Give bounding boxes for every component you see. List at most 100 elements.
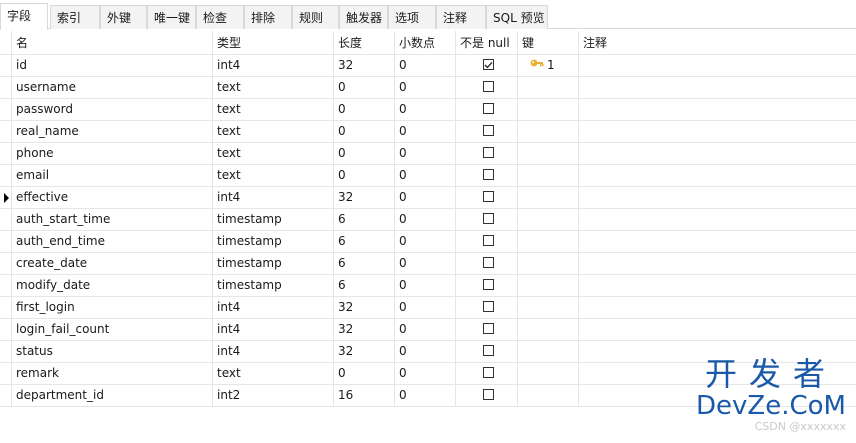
key-cell[interactable]: 1 [518,55,579,76]
field-decimals-cell[interactable]: 0 [395,55,456,76]
field-name-cell[interactable]: modify_date [12,275,213,296]
tab-triggers[interactable]: 触发器 [339,5,388,29]
field-length-cell[interactable]: 32 [334,297,395,318]
tab-sql-preview[interactable]: SQL 预览 [486,5,548,29]
field-type-cell[interactable]: text [213,121,334,142]
field-decimals-cell[interactable]: 0 [395,363,456,384]
field-name-cell[interactable]: auth_end_time [12,231,213,252]
field-type-cell[interactable]: int4 [213,341,334,362]
field-type-cell[interactable]: timestamp [213,253,334,274]
table-row[interactable]: create_date timestamp 6 0 [0,253,856,275]
row-marker[interactable] [0,209,12,230]
field-name-cell[interactable]: real_name [12,121,213,142]
row-marker[interactable] [0,165,12,186]
field-name-cell[interactable]: id [12,55,213,76]
field-type-cell[interactable]: text [213,165,334,186]
table-row[interactable]: effective int4 32 0 [0,187,856,209]
field-decimals-cell[interactable]: 0 [395,385,456,406]
field-comment-cell[interactable] [579,165,856,186]
field-comment-cell[interactable] [579,121,856,142]
field-length-cell[interactable]: 6 [334,253,395,274]
not-null-checkbox[interactable] [483,191,494,202]
field-type-cell[interactable]: timestamp [213,275,334,296]
not-null-checkbox[interactable] [483,169,494,180]
field-name-cell[interactable]: effective [12,187,213,208]
column-header-not-null[interactable]: 不是 null [456,31,518,54]
field-comment-cell[interactable] [579,99,856,120]
field-length-cell[interactable]: 0 [334,143,395,164]
field-length-cell[interactable]: 0 [334,99,395,120]
key-cell[interactable] [518,319,579,340]
row-marker[interactable] [0,121,12,142]
field-decimals-cell[interactable]: 0 [395,165,456,186]
table-row[interactable]: modify_date timestamp 6 0 [0,275,856,297]
field-name-cell[interactable]: phone [12,143,213,164]
not-null-checkbox[interactable] [483,147,494,158]
row-marker[interactable] [0,363,12,384]
key-cell[interactable] [518,77,579,98]
field-length-cell[interactable]: 16 [334,385,395,406]
field-length-cell[interactable]: 0 [334,121,395,142]
field-decimals-cell[interactable]: 0 [395,341,456,362]
field-comment-cell[interactable] [579,143,856,164]
not-null-checkbox[interactable] [483,301,494,312]
row-marker[interactable] [0,275,12,296]
column-header-length[interactable]: 长度 [334,31,395,54]
field-type-cell[interactable]: int4 [213,319,334,340]
key-cell[interactable] [518,297,579,318]
table-row[interactable]: id int4 32 0 1 [0,55,856,77]
field-decimals-cell[interactable]: 0 [395,231,456,252]
field-length-cell[interactable]: 6 [334,209,395,230]
field-decimals-cell[interactable]: 0 [395,209,456,230]
column-header-key[interactable]: 键 [518,31,579,54]
column-header-type[interactable]: 类型 [213,31,334,54]
field-decimals-cell[interactable]: 0 [395,275,456,296]
field-type-cell[interactable]: text [213,363,334,384]
tab-rules[interactable]: 规则 [292,5,339,29]
field-name-cell[interactable]: remark [12,363,213,384]
field-type-cell[interactable]: int4 [213,297,334,318]
row-marker[interactable] [0,187,12,208]
not-null-checkbox[interactable] [483,257,494,268]
key-cell[interactable] [518,165,579,186]
field-type-cell[interactable]: int2 [213,385,334,406]
row-marker[interactable] [0,341,12,362]
field-name-cell[interactable]: password [12,99,213,120]
field-type-cell[interactable]: int4 [213,187,334,208]
field-decimals-cell[interactable]: 0 [395,121,456,142]
tab-fields[interactable]: 字段 [0,3,48,30]
not-null-checkbox[interactable] [483,81,494,92]
field-comment-cell[interactable] [579,253,856,274]
field-name-cell[interactable]: status [12,341,213,362]
field-comment-cell[interactable] [579,319,856,340]
field-length-cell[interactable]: 32 [334,187,395,208]
field-type-cell[interactable]: text [213,99,334,120]
not-null-checkbox[interactable] [483,323,494,334]
field-name-cell[interactable]: department_id [12,385,213,406]
field-comment-cell[interactable] [579,209,856,230]
field-decimals-cell[interactable]: 0 [395,319,456,340]
field-comment-cell[interactable] [579,275,856,296]
field-name-cell[interactable]: create_date [12,253,213,274]
row-marker[interactable] [0,319,12,340]
not-null-checkbox[interactable] [483,213,494,224]
key-cell[interactable] [518,253,579,274]
field-decimals-cell[interactable]: 0 [395,143,456,164]
row-marker[interactable] [0,55,12,76]
table-row[interactable]: email text 0 0 [0,165,856,187]
key-cell[interactable] [518,121,579,142]
not-null-checkbox[interactable] [483,59,494,70]
row-marker[interactable] [0,297,12,318]
field-name-cell[interactable]: first_login [12,297,213,318]
field-type-cell[interactable]: text [213,77,334,98]
field-comment-cell[interactable] [579,187,856,208]
field-length-cell[interactable]: 32 [334,55,395,76]
table-row[interactable]: real_name text 0 0 [0,121,856,143]
field-type-cell[interactable]: text [213,143,334,164]
field-length-cell[interactable]: 6 [334,275,395,296]
field-comment-cell[interactable] [579,55,856,76]
field-decimals-cell[interactable]: 0 [395,77,456,98]
not-null-checkbox[interactable] [483,235,494,246]
field-type-cell[interactable]: timestamp [213,209,334,230]
key-cell[interactable] [518,385,579,406]
